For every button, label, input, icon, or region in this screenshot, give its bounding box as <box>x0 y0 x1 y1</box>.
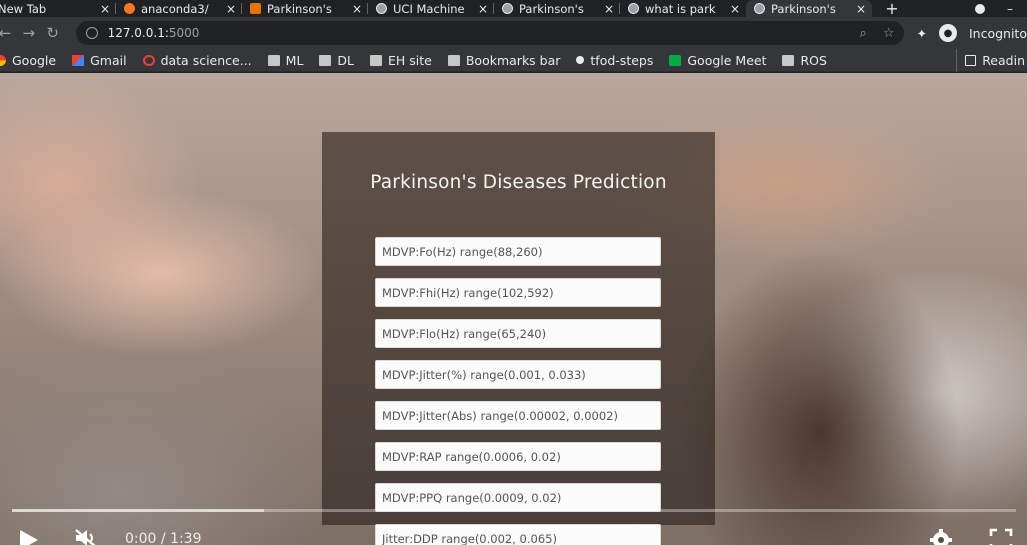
tf-icon <box>576 56 585 64</box>
globe-icon <box>628 3 639 14</box>
gmail-icon <box>72 54 85 66</box>
close-icon[interactable]: × <box>226 2 236 16</box>
bookmark-eh-site[interactable]: EH site <box>370 53 432 68</box>
extensions-icon[interactable]: ✦ <box>916 26 926 41</box>
tab-title: anaconda3/ <box>141 1 209 16</box>
close-icon[interactable]: × <box>478 2 488 16</box>
address-bar[interactable]: 127.0.0.1:5000 ⌕ ☆ <box>75 21 905 45</box>
field-mdvp-fhi[interactable] <box>375 278 661 307</box>
forward-icon[interactable]: → <box>18 22 40 44</box>
toolbar-right: ✦ ● Incognito <box>916 24 1027 42</box>
close-icon[interactable]: × <box>352 2 362 16</box>
bookmark-bookmarks-bar[interactable]: Bookmarks bar <box>447 53 560 68</box>
page-title: Parkinson's Diseases Prediction <box>370 172 667 193</box>
incognito-avatar-icon[interactable]: ● <box>938 24 957 42</box>
settings-gear-icon[interactable] <box>929 528 953 545</box>
folder-icon <box>319 54 332 66</box>
tab-parkinsons-2[interactable]: Parkinson's × <box>494 0 620 17</box>
folder-icon <box>267 54 280 66</box>
tab-title: Parkinson's <box>519 1 584 16</box>
video-buffered <box>12 509 264 512</box>
play-icon[interactable] <box>20 530 38 545</box>
field-mdvp-jitter-abs[interactable] <box>375 401 661 430</box>
tab-what-is-park[interactable]: what is park × <box>620 0 746 17</box>
site-info-icon[interactable] <box>85 27 98 39</box>
prediction-form: Parkinson's Diseases Prediction <box>322 132 715 545</box>
reading-list-icon <box>965 55 977 66</box>
new-tab-button[interactable]: + <box>880 0 904 18</box>
fullscreen-icon[interactable] <box>989 528 1013 545</box>
bookmarks-bar: Google Gmail data science... ML DL EH si… <box>0 49 1027 72</box>
field-mdvp-fo[interactable] <box>375 237 661 266</box>
minimize-icon[interactable]: – <box>1007 2 1013 16</box>
bookmark-gmail[interactable]: Gmail <box>72 53 127 68</box>
tab-title: Parkinson's <box>771 1 836 16</box>
bookmark-tfod-steps[interactable]: tfod-steps <box>576 53 653 68</box>
browser-toolbar: ← → ↻ 127.0.0.1:5000 ⌕ ☆ ✦ ● Incognito <box>0 17 1027 49</box>
bookmark-google-meet[interactable]: Google Meet <box>669 53 766 68</box>
document-icon <box>250 3 261 14</box>
close-icon[interactable]: × <box>100 2 110 16</box>
tab-new-tab[interactable]: New Tab × <box>0 0 116 17</box>
video-progress-bar[interactable] <box>12 509 1016 512</box>
close-icon[interactable]: × <box>856 2 866 16</box>
tab-title: New Tab <box>0 1 47 16</box>
window-controls: – <box>975 0 1027 17</box>
screen: New Tab × anaconda3/ × Parkinson's × UCI… <box>0 0 1027 545</box>
zoom-icon[interactable]: ⌕ <box>860 26 867 41</box>
globe-icon <box>502 3 513 14</box>
bookmark-dl[interactable]: DL <box>319 53 354 68</box>
bookmark-star-icon[interactable]: ☆ <box>883 26 895 41</box>
video-time: 0:00 / 1:39 <box>125 531 202 545</box>
meet-icon <box>669 54 682 66</box>
url-text[interactable]: 127.0.0.1:5000 <box>108 26 844 40</box>
tab-title: what is park <box>645 1 716 16</box>
bookmark-data-science[interactable]: data science... <box>142 53 252 68</box>
back-icon[interactable]: ← <box>0 22 16 44</box>
video-controls: 0:00 / 1:39 <box>0 518 1027 545</box>
reading-list[interactable]: Readin <box>956 49 1027 72</box>
bookmark-google[interactable]: Google <box>0 53 56 68</box>
field-mdvp-ppq[interactable] <box>375 483 661 512</box>
tab-title: Parkinson's <box>267 1 332 16</box>
tab-title: UCI Machine <box>393 1 465 16</box>
reload-icon[interactable]: ↻ <box>42 22 64 44</box>
field-mdvp-rap[interactable] <box>375 442 661 471</box>
field-mdvp-flo[interactable] <box>375 319 661 348</box>
tab-parkinsons-active[interactable]: Parkinson's × <box>746 0 872 17</box>
tab-anaconda[interactable]: anaconda3/ × <box>116 0 242 17</box>
globe-icon <box>754 3 765 14</box>
profile-label[interactable]: Incognito <box>969 26 1027 41</box>
tab-uci-machine[interactable]: UCI Machine × <box>368 0 494 17</box>
page-background: Parkinson's Diseases Prediction <box>0 73 1027 545</box>
mute-icon[interactable] <box>74 528 100 545</box>
folder-icon <box>447 54 460 66</box>
ds-icon <box>142 54 155 66</box>
jupyter-icon <box>124 3 135 14</box>
close-icon[interactable]: × <box>604 2 614 16</box>
tab-strip: New Tab × anaconda3/ × Parkinson's × UCI… <box>0 0 1027 18</box>
bookmark-ml[interactable]: ML <box>267 53 303 68</box>
folder-icon <box>370 54 382 66</box>
tab-search-icon[interactable] <box>975 3 985 14</box>
globe-icon <box>376 3 387 14</box>
folder-icon <box>782 54 795 66</box>
close-icon[interactable]: × <box>730 2 740 16</box>
google-icon <box>0 54 6 66</box>
field-mdvp-jitter-pct[interactable] <box>375 360 661 389</box>
bookmark-ros[interactable]: ROS <box>782 53 827 68</box>
tab-parkinsons-doc[interactable]: Parkinson's × <box>242 0 368 17</box>
